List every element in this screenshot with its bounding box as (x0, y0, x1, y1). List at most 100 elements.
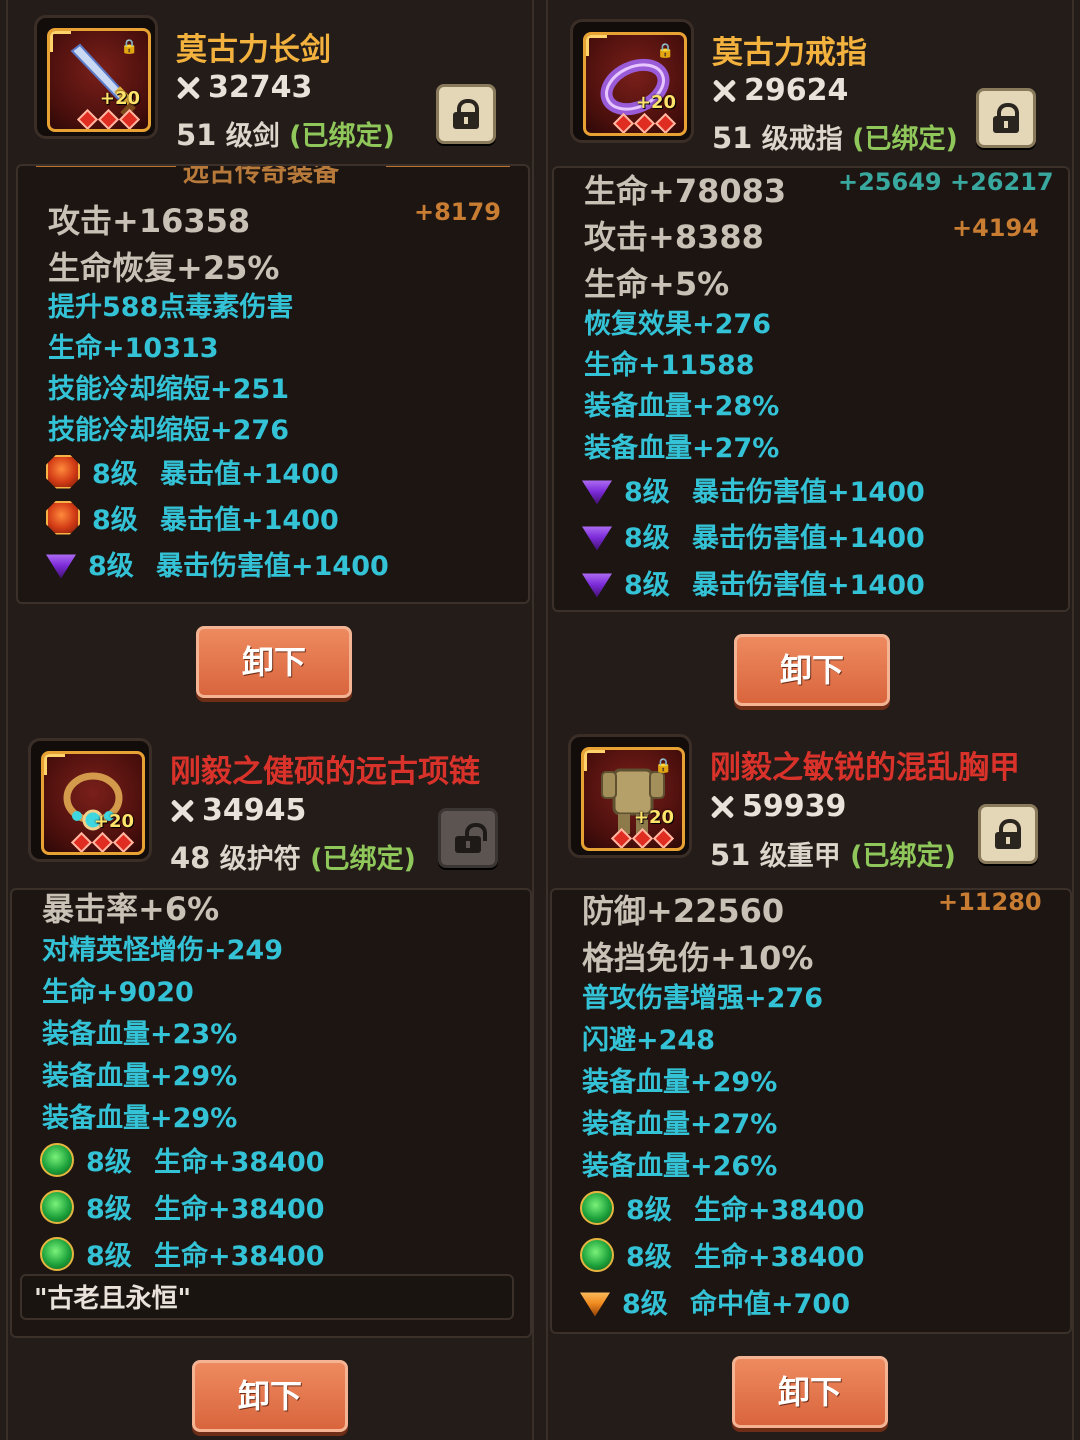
item-level-line: 51 级戒指 (已绑定) (712, 117, 958, 156)
crossed-swords-icon (170, 799, 194, 823)
lock-button[interactable] (976, 88, 1036, 148)
gem-stat: 暴击伤害值+1400 (692, 570, 925, 601)
unequip-button[interactable]: 卸下 (734, 634, 890, 706)
gem-stat: 生命+38400 (154, 1147, 325, 1178)
green-gem-icon (580, 1190, 614, 1225)
gem-row: 8级 生命+38400 (580, 1235, 865, 1274)
item-motto: "古老且永恒" (20, 1274, 514, 1320)
gem-row: 8级 暴击值+1400 (46, 452, 339, 491)
gem-row: 8级 生命+38400 (40, 1140, 325, 1179)
unequip-button[interactable]: 卸下 (196, 626, 352, 698)
item-icon-frame[interactable]: 🔒 +20 (570, 19, 694, 143)
power-value: 29624 (744, 73, 849, 108)
gem-stat: 暴击值+1400 (160, 505, 339, 536)
item-icon-frame[interactable]: 🔒 +20 (34, 15, 158, 139)
stat-main: 防御+22560 (582, 892, 785, 930)
gem-row: 8级 命中值+700 (580, 1282, 850, 1321)
padlock-icon (453, 99, 479, 129)
stat-main: 格挡免伤+10% (582, 939, 814, 977)
gem-row: 8级 生命+38400 (580, 1188, 865, 1227)
power-value: 32743 (208, 70, 313, 105)
enhance-level: +20 (99, 88, 140, 109)
stat-sub: 生命+11588 (584, 350, 755, 381)
item-type: 级剑 (216, 121, 290, 152)
gem-stat: 生命+38400 (694, 1242, 865, 1273)
stat-main: 攻击+16358 (48, 202, 251, 240)
gem-level: 8级 (626, 1195, 672, 1226)
item-panel-ring: 🔒 +20 莫古力戒指 29624 51 级戒指 (已绑定) 生命+78083 … (540, 0, 1080, 720)
lock-button[interactable] (978, 804, 1038, 864)
item-type: 级护符 (210, 844, 311, 875)
item-power: 32743 (176, 70, 312, 105)
stat-sub: 闪避+248 (582, 1025, 715, 1056)
unequip-button[interactable]: 卸下 (192, 1360, 348, 1432)
gem-level: 8级 (622, 1289, 668, 1320)
stat-sub: 装备血量+29% (582, 1067, 778, 1098)
stat-sub: 恢复效果+276 (584, 309, 771, 340)
gem-level: 8级 (624, 523, 670, 554)
gem-stat: 暴击伤害值+1400 (156, 551, 389, 582)
item-power: 59939 (710, 789, 846, 824)
unequip-button[interactable]: 卸下 (732, 1356, 888, 1428)
unlock-icon (455, 823, 487, 853)
stat-sub: 普攻伤害增强+276 (582, 983, 823, 1014)
green-gem-icon (40, 1142, 74, 1177)
lock-button[interactable] (438, 808, 498, 868)
gem-stat: 生命+38400 (694, 1195, 865, 1226)
stat-sub: 对精英怪增伤+249 (42, 935, 283, 966)
section-title: 远古传奇装备 (183, 164, 340, 188)
stat-sub: 装备血量+26% (582, 1151, 778, 1182)
item-power: 34945 (170, 793, 306, 828)
item-name: 刚毅之健硕的远古项链 (170, 754, 480, 790)
bound-status: (已绑定) (850, 841, 956, 872)
red-gem-icon (46, 500, 80, 535)
section-divider-right (386, 166, 510, 167)
gem-row: 8级 暴击伤害值+1400 (46, 544, 389, 583)
stats-box: 防御+22560 +11280 格挡免伤+10% 普攻伤害增强+276 闪避+2… (550, 888, 1072, 1334)
bound-status: (已绑定) (289, 121, 395, 152)
item-level-line: 48 级护符 (已绑定) (170, 837, 416, 876)
orange-gem-icon (580, 1292, 610, 1317)
section-divider-left (36, 166, 176, 167)
stat-main: 生命+78083 (584, 172, 787, 210)
item-icon-frame[interactable]: 🔒 +20 (568, 734, 692, 858)
power-value: 59939 (742, 789, 847, 824)
power-value: 34945 (202, 793, 307, 828)
gem-stat: 暴击伤害值+1400 (692, 477, 925, 508)
green-gem-icon (580, 1237, 614, 1272)
green-gem-icon (40, 1189, 74, 1224)
star-pips (70, 831, 135, 852)
lock-mini-icon: 🔒 (654, 758, 672, 774)
enhance-level: +20 (93, 811, 134, 832)
stat-main: 攻击+8388 (584, 218, 764, 256)
lock-mini-icon: 🔒 (120, 39, 138, 55)
gem-level: 8级 (88, 551, 134, 582)
item-name: 莫古力长剑 (176, 32, 331, 68)
padlock-icon (995, 819, 1021, 849)
stat-sub: 技能冷却缩短+276 (48, 415, 289, 446)
item-level: 51 (712, 121, 753, 155)
gem-row: 8级 暴击伤害值+1400 (582, 516, 925, 555)
lock-button[interactable] (436, 84, 496, 144)
item-panel-sword: 🔒 +20 莫古力长剑 32743 51 级剑 (已绑定) 远古传奇装备 攻击+… (0, 0, 540, 720)
gem-level: 8级 (86, 1241, 132, 1272)
gem-level: 8级 (86, 1194, 132, 1225)
gem-stat: 生命+38400 (154, 1241, 325, 1272)
item-icon-frame[interactable]: +20 (28, 738, 152, 862)
item-type: 级戒指 (752, 124, 853, 155)
gem-stat: 暴击值+1400 (160, 459, 339, 490)
gem-row: 8级 生命+38400 (40, 1234, 325, 1273)
gem-level: 8级 (626, 1242, 672, 1273)
bound-status: (已绑定) (310, 844, 416, 875)
stats-box: 暴击率+6% 对精英怪增伤+249 生命+9020 装备血量+23% 装备血量+… (10, 888, 532, 1338)
lock-mini-icon: 🔒 (656, 43, 674, 59)
stat-bonus: +4194 (952, 214, 1039, 242)
bound-status: (已绑定) (852, 124, 958, 155)
item-power: 29624 (712, 73, 848, 108)
purple-gem-icon (582, 480, 612, 505)
star-pips (610, 827, 675, 848)
stat-sub: 提升588点毒素伤害 (48, 292, 294, 323)
item-name: 刚毅之敏锐的混乱胸甲 (710, 750, 1020, 786)
item-panel-chest-armor: 🔒 +20 刚毅之敏锐的混乱胸甲 59939 51 级重甲 (已绑定) 防御+2… (540, 720, 1080, 1440)
enhance-level: +20 (635, 92, 676, 113)
